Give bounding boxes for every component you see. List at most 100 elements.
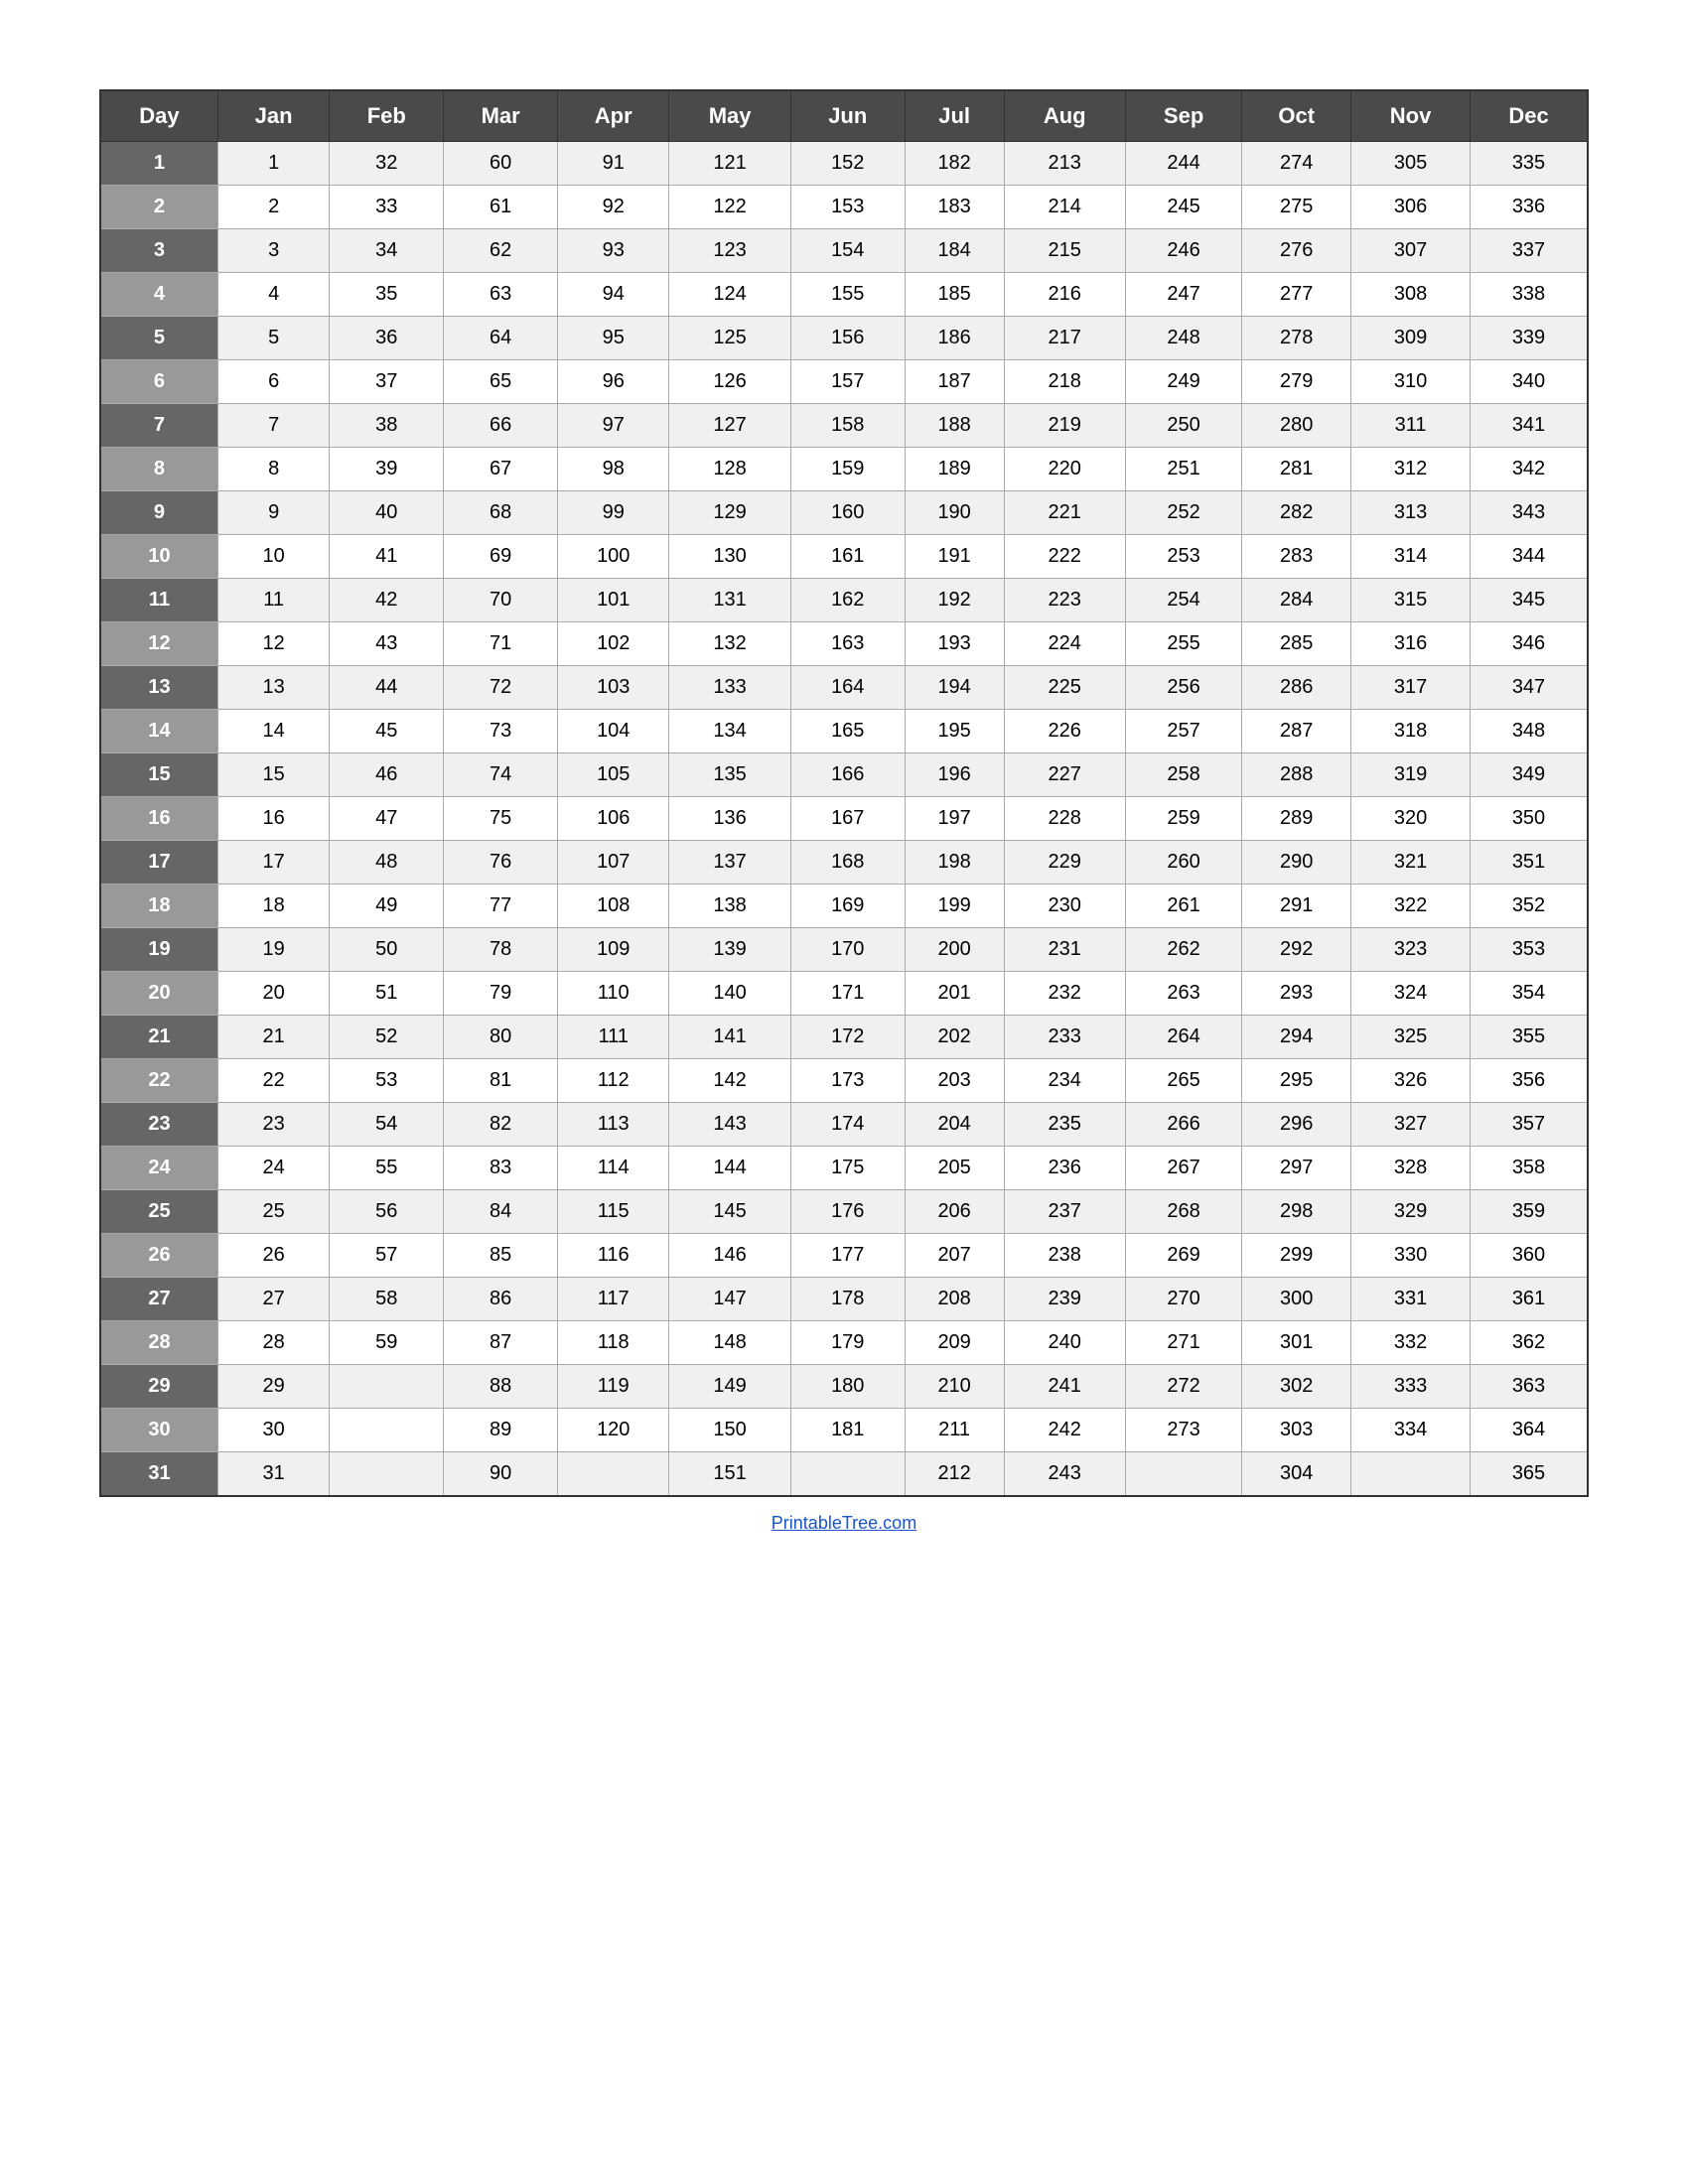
- day-cell: 27: [100, 1278, 217, 1321]
- data-cell: 138: [669, 885, 790, 928]
- data-cell: 294: [1242, 1016, 1351, 1059]
- data-cell: 127: [669, 404, 790, 448]
- data-cell: 250: [1125, 404, 1241, 448]
- data-cell: 116: [558, 1234, 669, 1278]
- data-cell: 293: [1242, 972, 1351, 1016]
- data-cell: 55: [330, 1147, 444, 1190]
- data-cell: 39: [330, 448, 444, 491]
- data-cell: 272: [1125, 1365, 1241, 1409]
- data-cell: 59: [330, 1321, 444, 1365]
- data-cell: 100: [558, 535, 669, 579]
- data-cell: 64: [444, 317, 558, 360]
- day-cell: 25: [100, 1190, 217, 1234]
- day-cell: 15: [100, 753, 217, 797]
- data-cell: 112: [558, 1059, 669, 1103]
- table-row: 99406899129160190221252282313343: [100, 491, 1588, 535]
- data-cell: 153: [790, 186, 905, 229]
- data-cell: 240: [1004, 1321, 1125, 1365]
- data-cell: 194: [905, 666, 1004, 710]
- data-cell: 16: [217, 797, 329, 841]
- data-cell: 295: [1242, 1059, 1351, 1103]
- data-cell: 279: [1242, 360, 1351, 404]
- data-cell: 331: [1351, 1278, 1471, 1321]
- data-cell: 339: [1471, 317, 1588, 360]
- data-cell: 108: [558, 885, 669, 928]
- data-cell: [1351, 1452, 1471, 1497]
- data-cell: 145: [669, 1190, 790, 1234]
- data-cell: 124: [669, 273, 790, 317]
- data-cell: 298: [1242, 1190, 1351, 1234]
- table-row: 24245583114144175205236267297328358: [100, 1147, 1588, 1190]
- data-cell: 299: [1242, 1234, 1351, 1278]
- data-cell: 210: [905, 1365, 1004, 1409]
- header-cell-nov: Nov: [1351, 90, 1471, 142]
- data-cell: 49: [330, 885, 444, 928]
- data-cell: 34: [330, 229, 444, 273]
- table-row: 26265785116146177207238269299330360: [100, 1234, 1588, 1278]
- data-cell: 300: [1242, 1278, 1351, 1321]
- data-cell: 161: [790, 535, 905, 579]
- table-row: 25255684115145176206237268298329359: [100, 1190, 1588, 1234]
- data-cell: 319: [1351, 753, 1471, 797]
- data-cell: 246: [1125, 229, 1241, 273]
- data-cell: 327: [1351, 1103, 1471, 1147]
- data-cell: 111: [558, 1016, 669, 1059]
- data-cell: 106: [558, 797, 669, 841]
- data-cell: 115: [558, 1190, 669, 1234]
- data-cell: 154: [790, 229, 905, 273]
- data-cell: 125: [669, 317, 790, 360]
- data-cell: 247: [1125, 273, 1241, 317]
- data-cell: [330, 1409, 444, 1452]
- data-cell: 204: [905, 1103, 1004, 1147]
- data-cell: 182: [905, 142, 1004, 186]
- data-cell: 280: [1242, 404, 1351, 448]
- data-cell: 258: [1125, 753, 1241, 797]
- data-cell: 141: [669, 1016, 790, 1059]
- data-cell: 202: [905, 1016, 1004, 1059]
- data-cell: 197: [905, 797, 1004, 841]
- data-cell: 72: [444, 666, 558, 710]
- data-cell: 198: [905, 841, 1004, 885]
- data-cell: 271: [1125, 1321, 1241, 1365]
- data-cell: 282: [1242, 491, 1351, 535]
- data-cell: 179: [790, 1321, 905, 1365]
- data-cell: 12: [217, 622, 329, 666]
- data-cell: 193: [905, 622, 1004, 666]
- data-cell: [1125, 1452, 1241, 1497]
- julian-calendar-table: DayJanFebMarAprMayJunJulAugSepOctNovDec …: [99, 89, 1589, 1497]
- data-cell: 89: [444, 1409, 558, 1452]
- data-cell: 328: [1351, 1147, 1471, 1190]
- data-cell: 333: [1351, 1365, 1471, 1409]
- data-cell: 96: [558, 360, 669, 404]
- data-cell: 151: [669, 1452, 790, 1497]
- data-cell: 159: [790, 448, 905, 491]
- day-cell: 20: [100, 972, 217, 1016]
- data-cell: 104: [558, 710, 669, 753]
- data-cell: 62: [444, 229, 558, 273]
- data-cell: 242: [1004, 1409, 1125, 1452]
- data-cell: 248: [1125, 317, 1241, 360]
- data-cell: 92: [558, 186, 669, 229]
- data-cell: 189: [905, 448, 1004, 491]
- data-cell: 42: [330, 579, 444, 622]
- day-cell: 16: [100, 797, 217, 841]
- data-cell: 54: [330, 1103, 444, 1147]
- data-cell: 190: [905, 491, 1004, 535]
- data-cell: 315: [1351, 579, 1471, 622]
- data-cell: 57: [330, 1234, 444, 1278]
- data-cell: 253: [1125, 535, 1241, 579]
- data-cell: 169: [790, 885, 905, 928]
- data-cell: 173: [790, 1059, 905, 1103]
- footer-link[interactable]: PrintableTree.com: [772, 1513, 916, 1533]
- data-cell: 164: [790, 666, 905, 710]
- data-cell: 249: [1125, 360, 1241, 404]
- table-row: 18184977108138169199230261291322352: [100, 885, 1588, 928]
- table-row: 88396798128159189220251281312342: [100, 448, 1588, 491]
- data-cell: 43: [330, 622, 444, 666]
- day-cell: 21: [100, 1016, 217, 1059]
- data-cell: 139: [669, 928, 790, 972]
- data-cell: 25: [217, 1190, 329, 1234]
- table-row: 22225381112142173203234265295326356: [100, 1059, 1588, 1103]
- data-cell: 99: [558, 491, 669, 535]
- data-cell: 335: [1471, 142, 1588, 186]
